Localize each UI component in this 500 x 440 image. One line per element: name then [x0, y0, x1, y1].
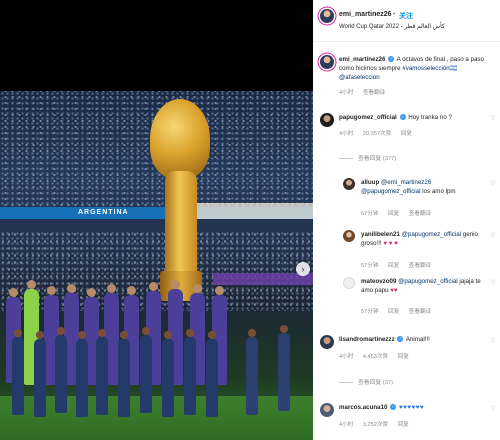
mascot-child — [55, 327, 67, 413]
comment-likes[interactable]: 4,453次赞 — [363, 354, 388, 360]
mascot-child — [278, 325, 290, 411]
reply-button[interactable]: 回复 — [401, 131, 412, 137]
mascot-child — [162, 331, 174, 417]
comment-text: papugomez_official ✓ Hoy tranka no ? — [339, 113, 484, 122]
comment-list: emi_martinez26 ✓ A octavos de final , pa… — [313, 43, 500, 440]
reply-avatar[interactable] — [343, 178, 355, 190]
mascot-child — [76, 331, 88, 417]
comment-username[interactable]: papugomez_official — [339, 114, 397, 121]
reply-mention[interactable]: @papugomez_official — [398, 278, 458, 285]
reply-text: yanilibelen21 @papugomez_official genio … — [361, 230, 485, 248]
comment-text: lisandromartinezzz ✓ Animal!!! — [339, 335, 484, 344]
post-location[interactable]: World Cup Qatar 2022 - كأس العالم قطر — [339, 23, 445, 30]
comment-text: marcos.acuna10 ✓ ♥♥♥♥♥♥ — [339, 403, 484, 412]
reply-meta: 57分钟 回复 查看翻译 — [361, 209, 439, 217]
caption-time: 4小时 — [339, 90, 354, 96]
reply-username[interactable]: alluup — [361, 179, 379, 186]
reply-body: los amo lpm — [420, 188, 456, 195]
heart-icon[interactable]: ♡ — [490, 405, 495, 412]
comment-body: Hoy tranka no ? — [408, 114, 452, 121]
red-heart-emoji: ♥ ♥ ♥ — [383, 240, 398, 247]
reply-time: 57分钟 — [361, 309, 379, 315]
comment-likes[interactable]: 20,357次赞 — [363, 131, 391, 137]
comment-avatar[interactable] — [320, 113, 334, 127]
mascot-child — [140, 327, 152, 413]
verified-icon: ✓ — [397, 336, 404, 342]
post-photo: ARGENTINA — [0, 91, 313, 440]
view-replies-button[interactable]: 查看回复 (37) — [339, 377, 393, 386]
reply-button[interactable]: 回复 — [398, 422, 409, 428]
comment-username[interactable]: marcos.acuna10 — [339, 404, 388, 411]
translate-link[interactable]: 查看翻译 — [409, 309, 431, 315]
separator: • — [393, 11, 396, 18]
mascot-child — [184, 329, 196, 415]
reply-button[interactable]: 回复 — [388, 263, 399, 269]
banner-text: ARGENTINA — [78, 209, 129, 216]
comment-likes[interactable]: 3,252次赞 — [363, 422, 388, 428]
reply-username[interactable]: yanilibelen21 — [361, 231, 400, 238]
comment-body: Animal!!! — [405, 336, 430, 343]
comment-meta: 4小时 3,252次赞 回复 — [339, 420, 417, 428]
reply-username[interactable]: mateovzo09 — [361, 278, 396, 285]
reply-meta: 57分钟 回复 查看翻译 — [361, 307, 439, 315]
translate-link[interactable]: 查看翻译 — [409, 263, 431, 269]
reply-button[interactable]: 回复 — [388, 309, 399, 315]
heart-icon[interactable]: ♡ — [490, 115, 495, 122]
heart-icon[interactable]: ♡ — [490, 232, 495, 239]
post-media: ARGENTINA › — [0, 0, 313, 440]
comment-avatar[interactable] — [320, 335, 334, 349]
caption-avatar[interactable] — [320, 55, 334, 69]
post-header: emi_martinez26 • 关注 World Cup Qatar 2022… — [313, 0, 500, 42]
verified-icon: ✓ — [390, 404, 397, 410]
caption-meta: 4小时 查看翻译 — [339, 88, 393, 96]
reply-time: 57分钟 — [361, 211, 379, 217]
comment-username[interactable]: lisandromartinezzz — [339, 336, 395, 343]
translate-link[interactable]: 查看翻译 — [363, 90, 385, 96]
reply-mention[interactable]: @papugomez_official — [402, 231, 462, 238]
reply-avatar[interactable] — [343, 230, 355, 242]
reply-text: mateovzo09 @papugomez_official jajaja te… — [361, 277, 485, 295]
mascot-child — [34, 331, 46, 417]
follow-button[interactable]: 关注 — [399, 11, 413, 21]
mascot-child — [118, 331, 130, 417]
next-arrow-icon[interactable]: › — [296, 262, 310, 276]
mascot-child — [206, 331, 218, 417]
heart-icon[interactable]: ♡ — [490, 279, 495, 286]
reply-avatar[interactable] — [343, 277, 355, 289]
comment-time: 4小时 — [339, 354, 354, 360]
comment-avatar[interactable] — [320, 403, 334, 417]
view-replies-button[interactable]: 查看回复 (377) — [339, 153, 396, 162]
heart-icon[interactable]: ♡ — [490, 337, 495, 344]
mascot-child — [246, 329, 258, 415]
reply-meta: 57分钟 回复 查看翻译 — [361, 261, 439, 269]
heart-icon[interactable]: ♡ — [490, 180, 495, 187]
translate-link[interactable]: 查看翻译 — [409, 211, 431, 217]
trophy-stem — [165, 171, 197, 281]
reply-text: alluup @emi_martinez26 @papugomez_offici… — [361, 178, 485, 196]
comments-panel: emi_martinez26 • 关注 World Cup Qatar 2022… — [313, 0, 500, 440]
author-username[interactable]: emi_martinez26 — [339, 11, 392, 18]
red-heart-emoji: ♥♥ — [390, 287, 398, 294]
caption-hashtag[interactable]: #vamosselección🇦🇷 — [402, 65, 457, 72]
reply-button[interactable]: 回复 — [388, 211, 399, 217]
team-lineup — [0, 267, 313, 417]
verified-icon: ✓ — [399, 114, 406, 120]
world-cup-trophy — [150, 99, 210, 179]
caption-username[interactable]: emi_martinez26 — [339, 56, 385, 63]
comment-meta: 4小时 20,357次赞 回复 — [339, 129, 420, 137]
comment-time: 4小时 — [339, 131, 354, 137]
reply-button[interactable]: 回复 — [398, 354, 409, 360]
blue-heart-emoji: ♥♥♥♥♥♥ — [398, 404, 425, 411]
mascot-child — [96, 329, 108, 415]
stadium-board — [193, 203, 313, 219]
author-avatar[interactable] — [320, 9, 334, 23]
reply-time: 57分钟 — [361, 263, 379, 269]
mascot-child — [12, 329, 24, 415]
comment-meta: 4小时 4,453次赞 回复 — [339, 352, 417, 360]
caption-mention[interactable]: @afaseleccion — [339, 74, 380, 81]
verified-icon: ✓ — [388, 56, 395, 62]
comment-time: 4小时 — [339, 422, 354, 428]
caption-text: emi_martinez26 ✓ A octavos de final , pa… — [339, 55, 491, 82]
